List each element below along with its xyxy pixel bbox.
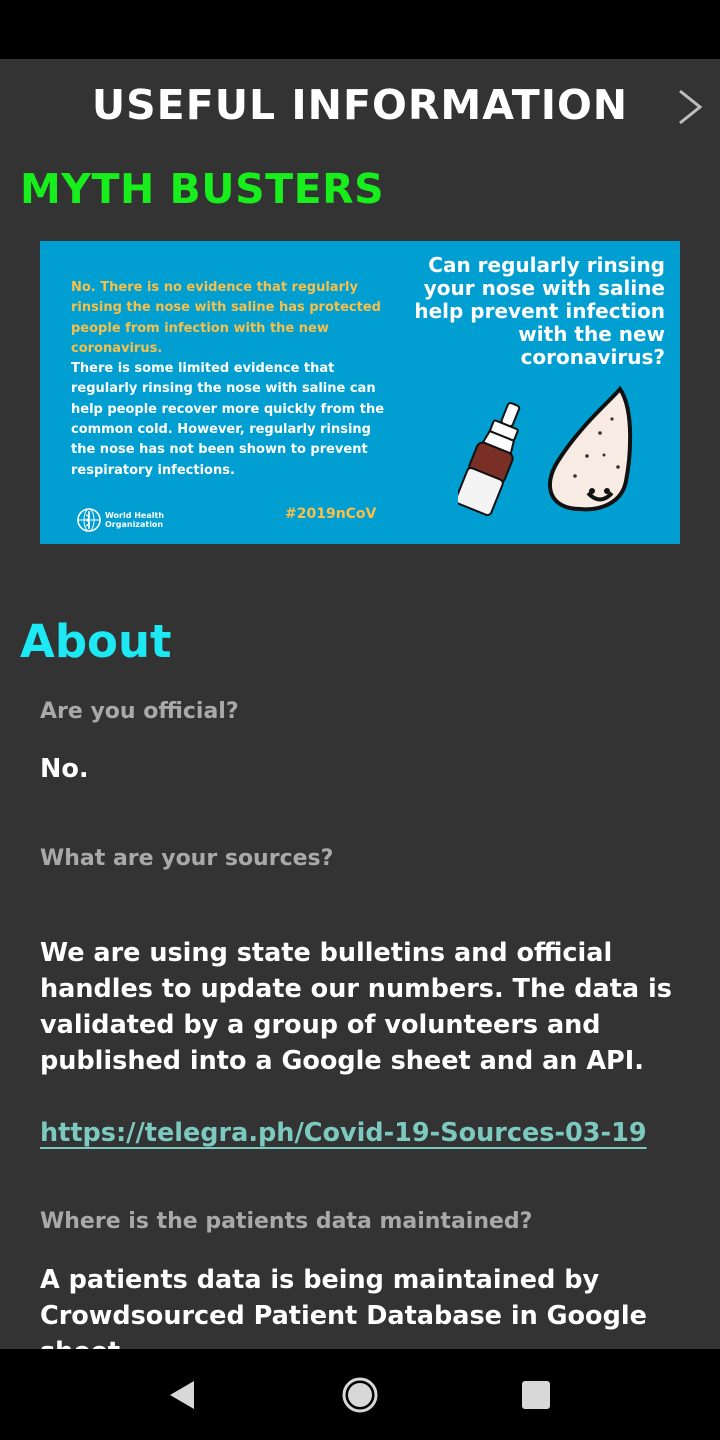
card-answer-detail: There is some limited evidence that regu… bbox=[71, 361, 385, 478]
who-emblem-icon bbox=[77, 508, 101, 532]
back-triangle-icon bbox=[170, 1381, 194, 1409]
card-question: Can regularly rinsing your nose with sal… bbox=[414, 253, 665, 369]
faq-answer: No. bbox=[40, 754, 89, 784]
faq-answer-block: We are using state bulletins and officia… bbox=[40, 899, 690, 1151]
sources-link[interactable]: https://telegra.ph/Covid-19-Sources-03-1… bbox=[40, 1118, 647, 1148]
who-name-line1: World Health bbox=[105, 511, 165, 520]
nose-illustration bbox=[548, 385, 633, 512]
chevron-right-icon bbox=[679, 89, 703, 125]
myth-buster-card: No. There is no evidence that regularly … bbox=[40, 241, 680, 544]
home-circle-icon bbox=[342, 1377, 378, 1413]
home-button[interactable] bbox=[340, 1377, 380, 1413]
hashtag: #2019nCoV bbox=[285, 506, 377, 522]
nasal-spray-illustration bbox=[458, 402, 521, 517]
who-name: World Health Organization bbox=[105, 511, 164, 529]
navigation-bar bbox=[0, 1349, 720, 1440]
back-button[interactable] bbox=[162, 1377, 202, 1413]
faq-answer: A patients data is being maintained by C… bbox=[40, 1265, 647, 1349]
faq-question: Where is the patients data maintained? bbox=[40, 1209, 533, 1234]
recents-button[interactable] bbox=[516, 1377, 556, 1413]
faq-question: What are your sources? bbox=[40, 846, 334, 871]
faq-answer: We are using state bulletins and officia… bbox=[40, 938, 672, 1076]
who-name-line2: Organization bbox=[105, 520, 164, 529]
about-title: About bbox=[20, 615, 172, 668]
card-answer-no: No. There is no evidence that regularly … bbox=[71, 280, 381, 356]
scroll-content[interactable]: USEFUL INFORMATION MYTH BUSTERS No. Ther… bbox=[0, 59, 720, 1349]
header: USEFUL INFORMATION bbox=[0, 59, 720, 155]
recents-square-icon bbox=[522, 1381, 550, 1409]
card-answer: No. There is no evidence that regularly … bbox=[71, 278, 391, 481]
next-button[interactable] bbox=[672, 85, 706, 129]
myth-busters-title: MYTH BUSTERS bbox=[20, 165, 385, 213]
page-title: USEFUL INFORMATION bbox=[91, 81, 629, 129]
status-bar bbox=[0, 0, 720, 59]
faq-question: Are you official? bbox=[40, 699, 239, 724]
who-logo: World Health Organization bbox=[76, 507, 164, 533]
